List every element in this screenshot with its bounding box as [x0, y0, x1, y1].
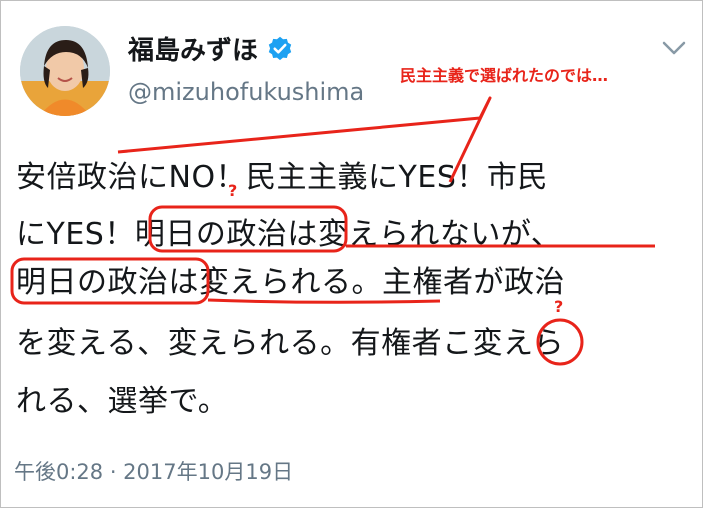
tweet-text-line: 安倍政治にNO！民主主義にYES！市民 [16, 160, 548, 195]
tweet-timestamp[interactable]: 午後0:28 · 2017年10月19日 [14, 456, 293, 486]
tweet-text-line: れる、選挙で。 [16, 384, 229, 419]
tweet-text-line: を変える、変えられる。有権者こ変えら [16, 326, 565, 361]
display-name-text: 福島みずほ [128, 36, 259, 66]
annotation-callout: 民主主義で選ばれたのでは… [400, 66, 609, 85]
tweet-text-line: にYES！明日の政治は変えられないが、 [16, 217, 562, 252]
display-name[interactable]: 福島みずほ [128, 30, 294, 67]
tweet-text-line: 明日の政治は変えられる。主権者が政治 [16, 265, 565, 300]
verified-badge-icon [268, 36, 292, 60]
chevron-down-icon[interactable] [660, 38, 688, 58]
user-handle[interactable]: @mizuhofukushima [128, 78, 364, 106]
avatar-photo [20, 26, 110, 116]
avatar[interactable] [20, 26, 110, 116]
